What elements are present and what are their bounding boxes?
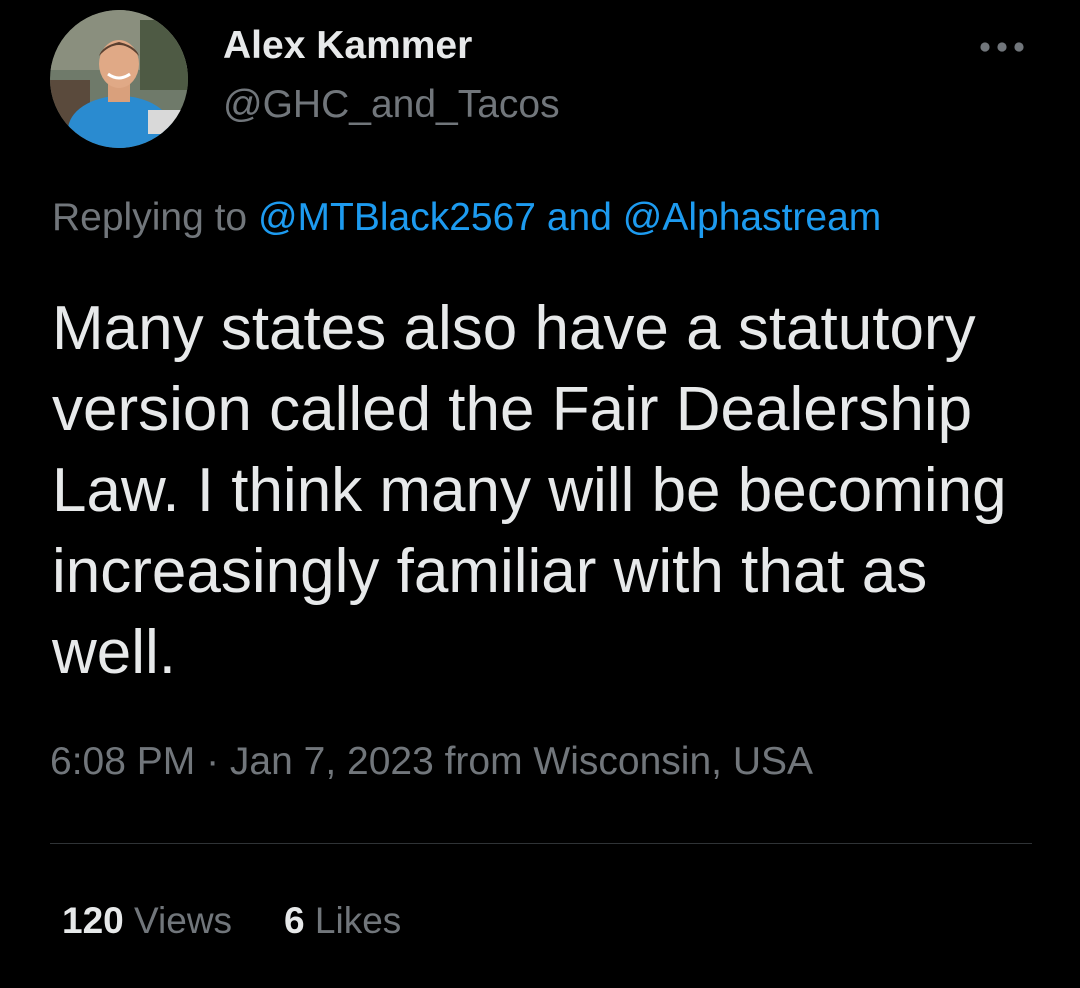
tweet-text: Many states also have a statutory versio… (52, 294, 1007, 687)
replying-to-label: Replying to (52, 196, 258, 239)
ellipsis-icon (980, 42, 1024, 52)
likes-count: 6 (284, 900, 305, 941)
tweet-location: from Wisconsin, USA (433, 740, 814, 783)
views-label: Views (134, 900, 233, 941)
mention-link[interactable]: @Alphastream (623, 196, 882, 239)
divider (50, 843, 1032, 844)
engagement-stats: 120 Views 6 Likes (62, 900, 401, 942)
mention-link[interactable]: @MTBlack2567 (258, 196, 536, 239)
display-name[interactable]: Alex Kammer (223, 24, 472, 68)
likes-stat[interactable]: 6 Likes (284, 900, 401, 941)
profile-photo (50, 10, 188, 148)
tweet-detail: Alex Kammer @GHC_and_Tacos Replying to @… (0, 0, 1080, 988)
user-handle[interactable]: @GHC_and_Tacos (223, 83, 560, 127)
tweet-meta: 6:08 PM · Jan 7, 2023 from Wisconsin, US… (50, 740, 813, 784)
tweet-time[interactable]: 6:08 PM (50, 740, 195, 783)
more-options-button[interactable] (972, 30, 1032, 64)
replying-to: Replying to @MTBlack2567 and @Alphastrea… (52, 196, 881, 240)
views-count: 120 (62, 900, 124, 941)
avatar[interactable] (50, 10, 188, 148)
views-stat[interactable]: 120 Views (62, 900, 232, 941)
likes-label: Likes (314, 900, 402, 941)
tweet-date[interactable]: Jan 7, 2023 (230, 740, 434, 783)
meta-separator: · (195, 740, 230, 783)
mention-joiner: and (535, 196, 623, 239)
